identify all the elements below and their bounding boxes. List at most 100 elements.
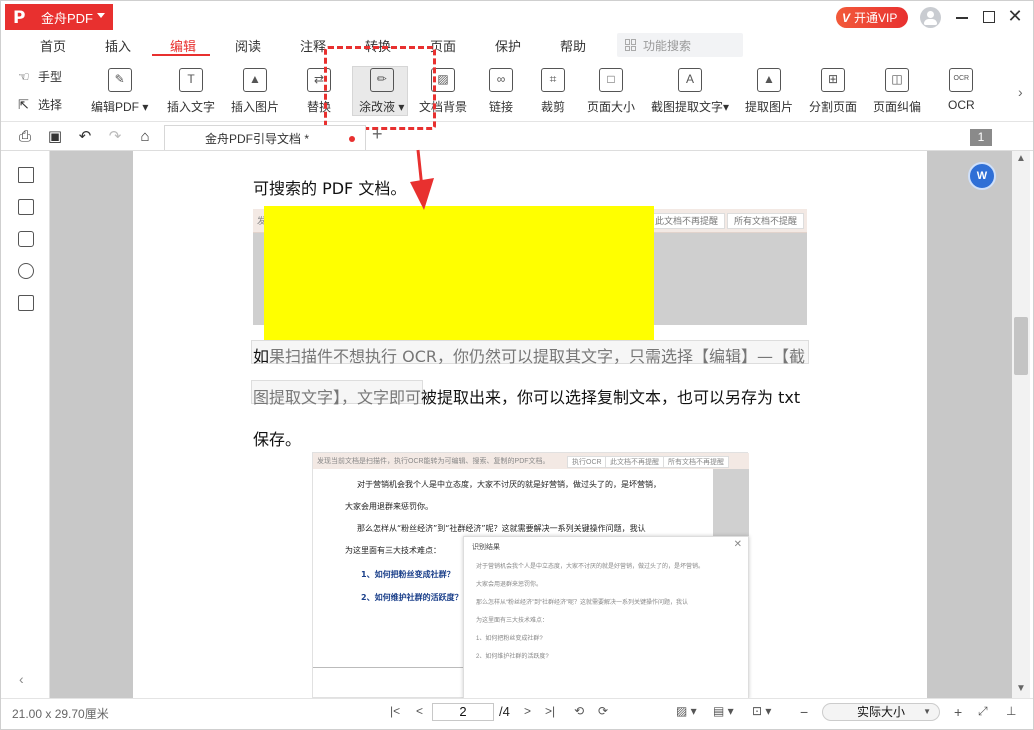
bookmark-icon[interactable] <box>18 167 34 183</box>
zoom-select[interactable]: 实际大小 ▼ <box>822 703 940 721</box>
maximize-button[interactable] <box>980 8 998 26</box>
ocr-banner-button: 此文档不再提醒 <box>605 456 664 468</box>
edit-pdf-button[interactable]: ✎ 编辑PDF ▾ <box>91 68 148 115</box>
ocr-result-line: 2、如何维护社群的活跃度? <box>476 654 549 660</box>
link-button[interactable]: ∞ 链接 <box>489 68 513 115</box>
ocr-result-line: 为这里面有三大技术难点： <box>476 618 549 624</box>
hand-tool-button[interactable]: ☜ 手型 <box>18 68 62 85</box>
undo-icon[interactable]: ↶ <box>76 128 94 146</box>
document-viewer[interactable]: 可搜索的 PDF 文档。 发 此文档不再提醒 所有文档不提醒 如果扫描件不想执行… <box>50 151 1012 698</box>
thumbnails-icon[interactable] <box>18 199 34 215</box>
tab-help[interactable]: 帮助 <box>560 36 586 55</box>
search-placeholder: 功能搜索 <box>643 38 692 53</box>
tab-edit[interactable]: 编辑 <box>170 36 196 55</box>
vip-icon: V <box>842 10 851 25</box>
comment-icon[interactable] <box>18 231 34 247</box>
avatar[interactable] <box>920 7 941 28</box>
view-mode-icon[interactable]: ▨ ▾ <box>676 704 697 718</box>
ocr-banner: 发现当前文档是扫描件，执行OCR能转为可编辑、搜索、复制的PDF文档。 执行OC… <box>313 453 749 469</box>
close-button[interactable]: ✕ <box>1006 7 1024 26</box>
text-icon: T <box>179 68 203 92</box>
document-tab-title: 金舟PDF引导文档 * <box>205 131 310 146</box>
ocr-banner-button: 所有文档不再提醒 <box>663 456 729 468</box>
select-tool-button[interactable]: ⇱ 选择 <box>18 96 62 113</box>
screenshot-extract-text-label: 截图提取文字▾ <box>651 100 730 114</box>
close-icon: ✕ <box>733 539 742 550</box>
ocr-button[interactable]: OCR OCR <box>948 68 975 112</box>
redo-icon[interactable]: ↷ <box>106 128 124 146</box>
vertical-scrollbar[interactable]: ▲ ▼ <box>1012 151 1030 698</box>
ocr-source-line: 1、如何把粉丝变成社群？ <box>361 570 455 579</box>
save-icon[interactable]: ▣ <box>46 128 64 146</box>
tab-protect[interactable]: 保护 <box>495 36 521 55</box>
page-number-input[interactable]: 2 <box>432 703 494 721</box>
rotate-left-icon[interactable]: ⟲ <box>574 704 584 718</box>
last-page-icon[interactable]: >| <box>545 704 555 718</box>
zoom-out-icon[interactable]: − <box>800 704 808 720</box>
annotation-dashed-highlight <box>324 46 436 130</box>
vip-button[interactable]: V 开通VIP <box>836 7 908 28</box>
split-page-button[interactable]: ⊞ 分割页面 <box>809 68 857 115</box>
split-page-icon: ⊞ <box>821 68 845 92</box>
ocr-floating-button[interactable]: W <box>968 162 996 190</box>
document-tab[interactable]: 金舟PDF引导文档 * <box>164 125 366 150</box>
print-icon[interactable]: ⎙ <box>16 128 34 146</box>
active-tab-indicator <box>152 54 210 56</box>
tab-read[interactable]: 阅读 <box>235 36 261 55</box>
doc-paragraph-line: 图提取文字】，文字即可被提取出来，你可以选择复制文本，也可以另存为 txt <box>253 388 801 407</box>
tab-insert[interactable]: 插入 <box>105 36 131 55</box>
collapse-sidebar-icon[interactable]: ‹ <box>19 671 24 687</box>
toolbar-scroll-right-icon[interactable]: › <box>1018 84 1023 100</box>
deskew-button[interactable]: ◫ 页面纠偏 <box>873 68 921 115</box>
insert-image-button[interactable]: ▲ 插入图片 <box>231 68 279 115</box>
zoom-value: 实际大小 <box>856 705 905 719</box>
new-tab-button[interactable]: + <box>372 124 383 145</box>
scroll-down-icon[interactable]: ▼ <box>1016 683 1026 694</box>
app-menu-button[interactable]: P 金舟PDF <box>5 4 113 30</box>
prev-page-icon[interactable]: < <box>416 704 423 718</box>
divider <box>313 667 463 668</box>
ocr-label: OCR <box>948 98 975 112</box>
pdf-page: 可搜索的 PDF 文档。 发 此文档不再提醒 所有文档不提醒 如果扫描件不想执行… <box>133 151 927 698</box>
red-arrow-icon <box>410 149 434 210</box>
next-page-icon[interactable]: > <box>524 704 531 718</box>
function-search-input[interactable]: 功能搜索 <box>617 33 743 57</box>
banner-button: 此文档不再提醒 <box>648 213 726 229</box>
page-layout-icon[interactable]: ▤ ▾ <box>713 704 734 718</box>
fit-icon[interactable]: ⊡ ▾ <box>752 704 771 718</box>
total-pages: /4 <box>499 704 510 719</box>
screenshot-text-icon: A <box>678 68 703 92</box>
attachment-icon[interactable] <box>18 263 34 279</box>
screenshot-extract-text-button[interactable]: A 截图提取文字▾ <box>651 68 729 115</box>
correction-fluid-patch[interactable] <box>264 206 654 343</box>
page-size-label: 页面大小 <box>587 100 636 114</box>
home-icon[interactable]: ⌂ <box>136 128 154 146</box>
extract-image-button[interactable]: ▲ 提取图片 <box>745 68 793 115</box>
tab-home[interactable]: 首页 <box>40 36 66 55</box>
image-icon: ▲ <box>243 68 267 92</box>
left-sidebar: ‹ <box>0 151 50 698</box>
title-bar: P 金舟PDF V 开通VIP ✕ <box>0 0 1034 34</box>
crop-button[interactable]: ⌗ 裁剪 <box>541 68 565 115</box>
scrollbar-thumb[interactable] <box>1014 317 1028 375</box>
edit-pdf-label: 编辑PDF ▾ <box>91 100 149 114</box>
ocr-source-line: 那么怎样从“粉丝经济”到“社群经济”呢？这就需要解决一系列关键操作问题，我认 <box>357 524 646 533</box>
tab-annotate[interactable]: 注释 <box>300 36 326 55</box>
zoom-in-icon[interactable]: + <box>954 704 962 720</box>
ocr-icon: OCR <box>949 68 974 92</box>
page-size-button[interactable]: □ 页面大小 <box>587 68 635 115</box>
chevron-down-icon: ▼ <box>923 707 931 716</box>
hand-icon: ☜ <box>18 68 30 84</box>
scroll-up-icon[interactable]: ▲ <box>1016 153 1026 164</box>
fullscreen-icon[interactable]: ⤢ <box>978 704 988 719</box>
minimize-button[interactable] <box>953 8 971 26</box>
rotate-right-icon[interactable]: ⟳ <box>598 704 608 718</box>
insert-text-button[interactable]: T 插入文字 <box>167 68 215 115</box>
first-page-icon[interactable]: |< <box>390 704 400 718</box>
pin-icon[interactable]: ⊥ <box>1006 704 1016 718</box>
edit-pdf-icon: ✎ <box>107 68 132 92</box>
doc-text-line: 可搜索的 PDF 文档。 <box>253 179 407 198</box>
signature-icon[interactable] <box>18 295 34 311</box>
app-name: 金舟PDF <box>41 10 94 26</box>
insert-text-label: 插入文字 <box>167 100 216 114</box>
